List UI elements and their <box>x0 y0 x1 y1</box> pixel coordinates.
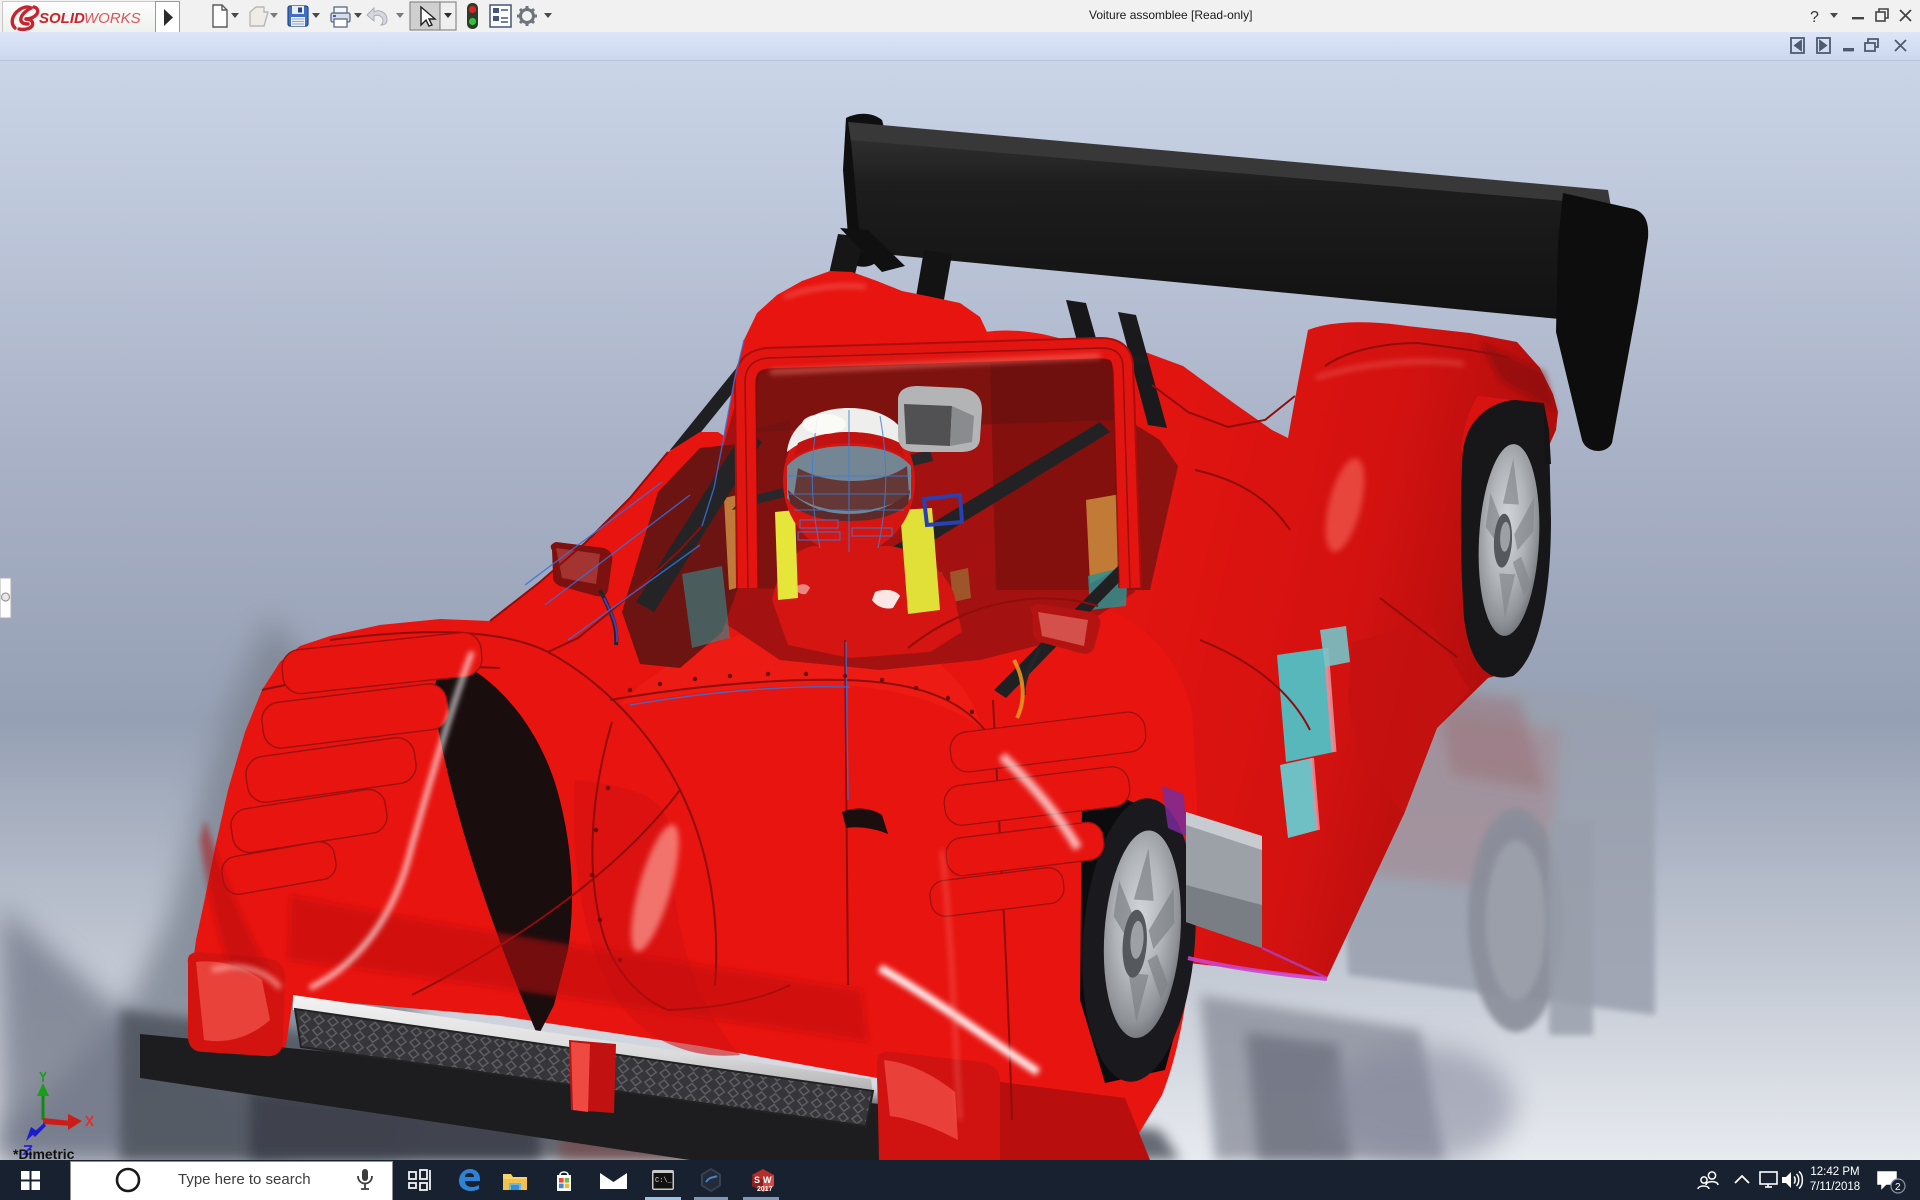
svg-text:2017: 2017 <box>757 1186 773 1193</box>
svg-text:S: S <box>754 1175 760 1185</box>
svg-text:2: 2 <box>1895 1182 1901 1193</box>
svg-text:?: ? <box>1810 9 1819 26</box>
svg-text:WORKS: WORKS <box>84 10 141 27</box>
svg-text:SOLID: SOLID <box>39 10 85 27</box>
svg-text:W: W <box>763 1175 772 1185</box>
svg-text:C:\_: C:\_ <box>655 1177 673 1185</box>
